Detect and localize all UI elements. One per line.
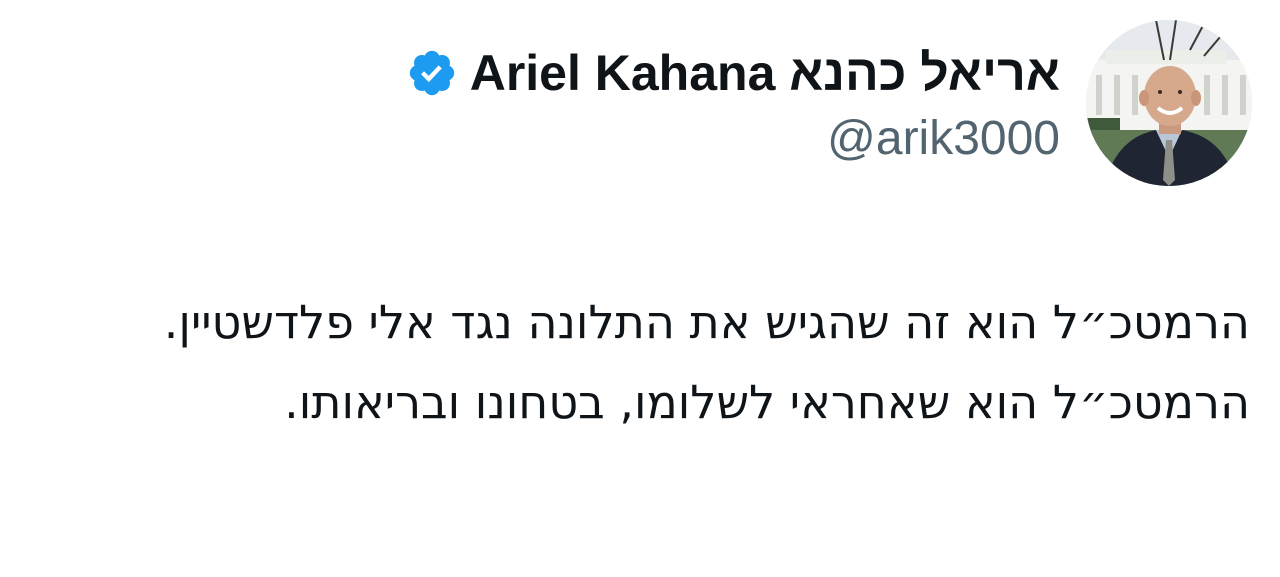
- tweet-text: הרמטכ״ל הוא זה שהגיש את התלונה נגד אלי פ…: [90, 282, 1250, 442]
- verified-badge-icon: [406, 47, 458, 99]
- name-row: אריאל כהנא Ariel Kahana: [406, 42, 1060, 104]
- tweet-header: אריאל כהנא Ariel Kahana @arik3000: [406, 20, 1252, 188]
- author-handle[interactable]: @arik3000: [827, 110, 1060, 168]
- tweet-card: אריאל כהנא Ariel Kahana @arik3000 הרמטכ״…: [0, 0, 1280, 577]
- tweet-text-line: הרמטכ״ל הוא זה שהגיש את התלונה נגד אלי פ…: [163, 295, 1250, 349]
- avatar[interactable]: [1086, 20, 1252, 186]
- author-display-name[interactable]: אריאל כהנא Ariel Kahana: [470, 42, 1060, 104]
- tweet-text-line: הרמטכ״ל הוא שאחראי לשלומו, בטחונו ובריאו…: [284, 375, 1250, 429]
- avatar-photo: [1086, 20, 1252, 186]
- author-identity: אריאל כהנא Ariel Kahana @arik3000: [406, 42, 1060, 168]
